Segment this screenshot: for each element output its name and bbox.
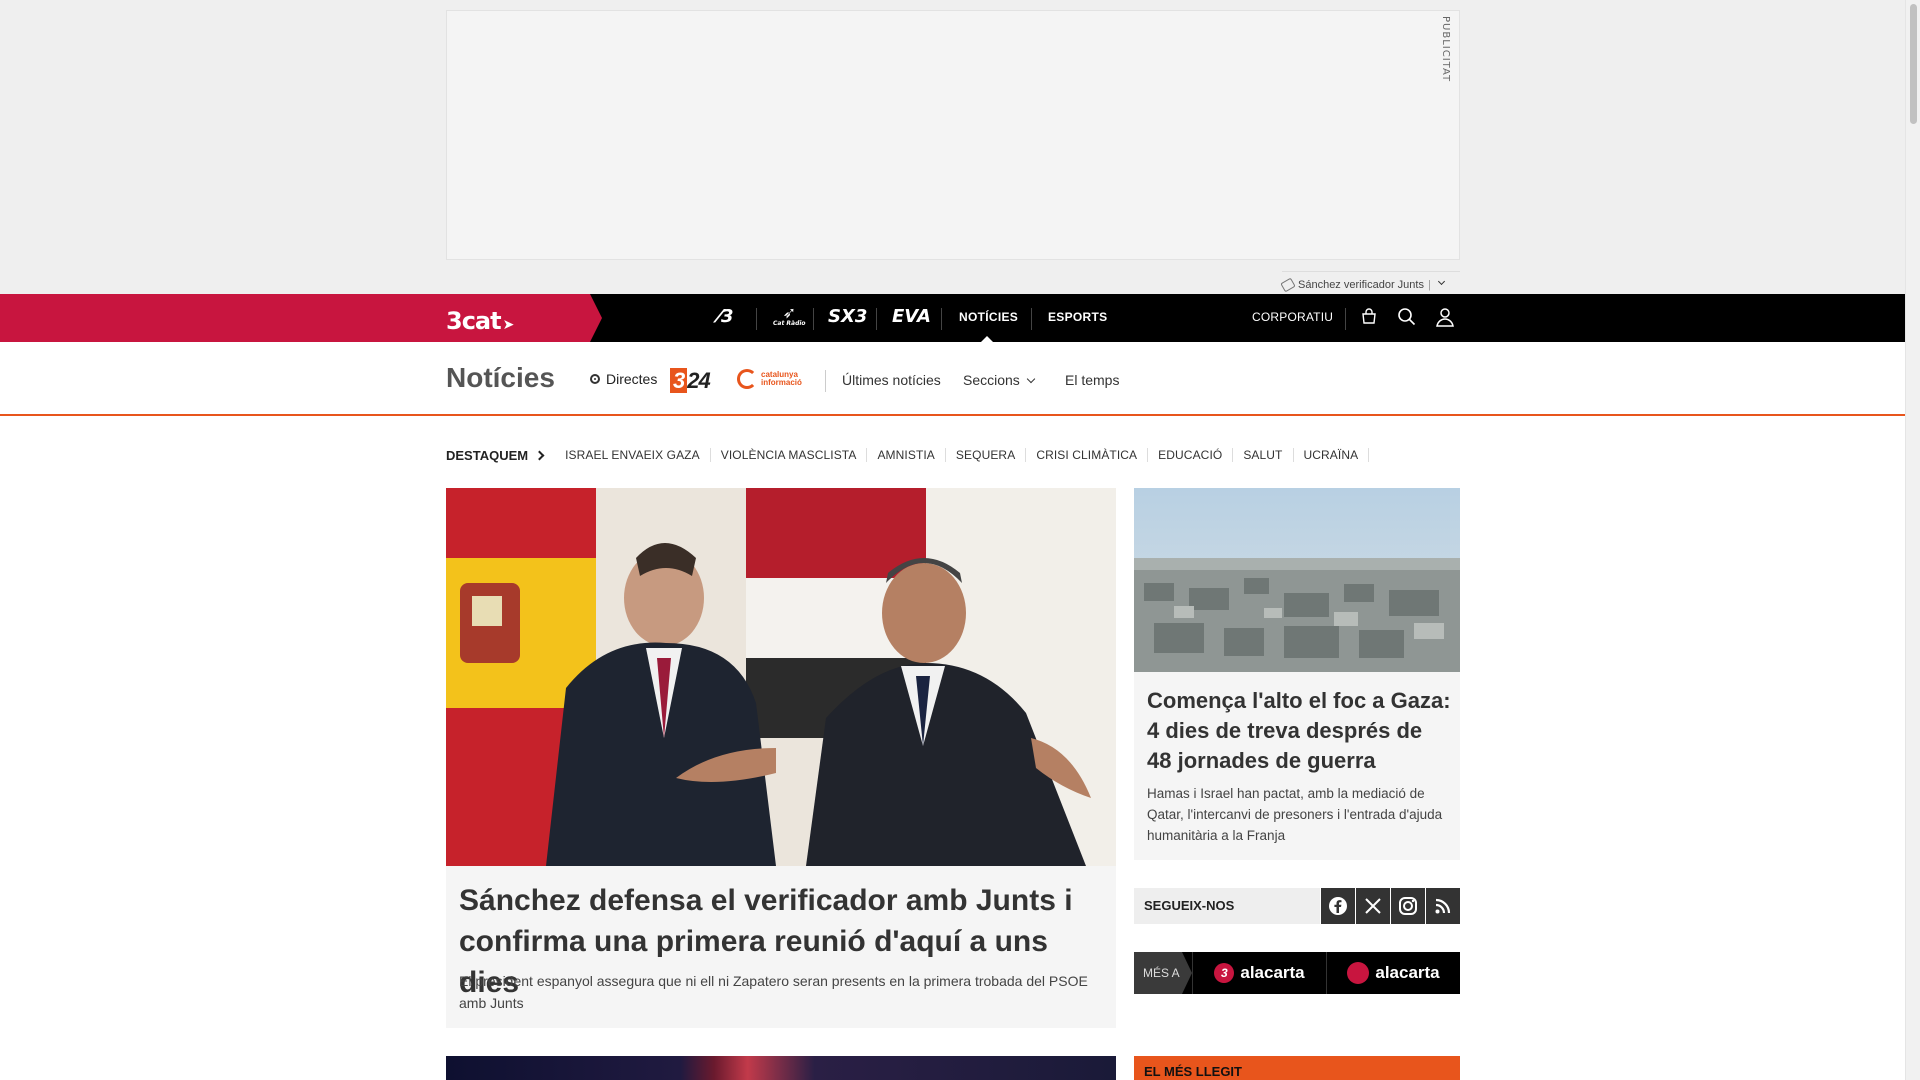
brand-name: 3cat	[446, 307, 502, 335]
most-read-header: EL MÉS LLEGIT	[1134, 1056, 1460, 1080]
rss-icon[interactable]	[1425, 888, 1460, 924]
channel-catradio[interactable]: ➶ Cat Ràdio	[773, 303, 806, 329]
section-title[interactable]: Notícies	[446, 362, 555, 394]
next-story-image[interactable]	[446, 1056, 1116, 1080]
tv3-alacarta-button[interactable]: 3 alacarta	[1192, 952, 1326, 994]
trending-item[interactable]: UCRAÏNA	[1294, 448, 1370, 462]
catradio-logo-icon	[1347, 962, 1370, 984]
nav-corporatiu[interactable]: CORPORATIU	[1252, 310, 1333, 324]
trending-item[interactable]: AMNISTIA	[867, 448, 946, 462]
ad-zone: PUBLICITAT Sánchez verificador Junts |	[0, 0, 1905, 294]
side-story-card[interactable]: Comença l'alto el foc a Gaza: 4 dies de …	[1134, 488, 1460, 860]
channel-eva[interactable]: EVA	[892, 306, 931, 327]
trending-header[interactable]: DESTAQUEM	[446, 448, 555, 463]
top-navigation: 3cat ➤ ⁄3 ➶ Cat Ràdio SX3 EVA NOTÍCIES ES…	[0, 294, 1905, 342]
link-el-temps[interactable]: El temps	[1065, 372, 1119, 388]
catradio-bird-icon: ➶	[782, 303, 796, 322]
directes-link[interactable]: Directes	[590, 371, 657, 387]
divider: |	[1427, 278, 1431, 291]
page-scrollbar[interactable]	[1905, 0, 1920, 1080]
search-icon[interactable]	[1396, 306, 1418, 328]
facebook-icon[interactable]	[1320, 888, 1355, 924]
channel-tv3[interactable]: ⁄3	[718, 306, 734, 327]
live-icon	[590, 374, 600, 384]
divider	[1345, 308, 1346, 330]
chevron-right-icon	[534, 450, 545, 460]
nav-esports[interactable]: ESPORTS	[1048, 310, 1107, 324]
topic-tag[interactable]: Sánchez verificador Junts	[1298, 279, 1424, 291]
trending-item[interactable]: VIOLÈNCIA MASCLISTA	[711, 448, 868, 462]
main-story-summary: El president espanyol assegura que ni el…	[459, 973, 1088, 1011]
ci-logo-icon	[737, 369, 757, 389]
logo-catalunya-informacio[interactable]: catalunya informació	[737, 369, 827, 389]
follow-us-bar: SEGUEIX-NOS	[1134, 888, 1460, 924]
chevron-down-icon	[1026, 374, 1036, 384]
tv3-logo-icon: 3	[1214, 963, 1235, 983]
catradio-alacarta-button[interactable]: alacarta	[1326, 952, 1460, 994]
side-story-image[interactable]	[1134, 488, 1460, 672]
main-story-image[interactable]	[446, 488, 1116, 866]
divider	[756, 308, 757, 330]
channel-sx3[interactable]: SX3	[828, 306, 867, 327]
divider	[941, 308, 942, 330]
ci-logo-text: catalunya informació	[761, 370, 802, 387]
side-story-title[interactable]: Comença l'alto el foc a Gaza: 4 dies de …	[1147, 686, 1452, 776]
trending-item[interactable]: SEQUERA	[946, 448, 1027, 462]
play-arrow-icon: ➤	[502, 317, 515, 333]
side-story-summary: Hamas i Israel han pactat, amb la mediac…	[1147, 786, 1443, 843]
mes-a-label: MÉS A	[1134, 952, 1192, 994]
trending-topics: DESTAQUEM ISRAEL ENVAEIX GAZA VIOLÈNCIA …	[446, 446, 1370, 464]
ad-banner[interactable]	[446, 10, 1460, 260]
ad-label: PUBLICITAT	[1440, 16, 1451, 83]
logo-324[interactable]: 3 24	[670, 368, 711, 394]
divider	[876, 308, 877, 330]
trending-item[interactable]: CRISI CLIMÀTICA	[1026, 448, 1149, 462]
trending-item[interactable]: EDUCACIÓ	[1148, 448, 1234, 462]
instagram-icon[interactable]	[1390, 888, 1425, 924]
topic-tag-bar[interactable]: Sánchez verificador Junts |	[1280, 271, 1460, 292]
x-icon[interactable]	[1355, 888, 1390, 924]
chevron-down-icon[interactable]	[1437, 277, 1445, 286]
scrollbar-thumb[interactable]	[1910, 4, 1917, 124]
trending-item[interactable]: SALUT	[1233, 448, 1294, 462]
user-icon[interactable]	[1434, 306, 1456, 328]
mes-a-bar: MÉS A 3 alacarta alacarta	[1134, 952, 1460, 994]
divider	[1031, 308, 1032, 330]
seccions-dropdown[interactable]: Seccions	[963, 372, 1036, 388]
divider	[813, 308, 814, 330]
trending-item[interactable]: ISRAEL ENVAEIX GAZA	[555, 448, 711, 462]
main-story-card[interactable]: Sánchez defensa el verificador amb Junts…	[446, 488, 1116, 1028]
directes-label: Directes	[606, 371, 658, 387]
tag-icon	[1280, 277, 1296, 292]
link-ultimes-noticies[interactable]: Últimes notícies	[842, 372, 941, 388]
section-header: Notícies Directes 3 24 catalunya informac…	[0, 342, 1905, 416]
nav-noticies[interactable]: NOTÍCIES	[959, 310, 1018, 324]
brand-logo[interactable]: 3cat ➤	[446, 307, 515, 335]
follow-us-label: SEGUEIX-NOS	[1144, 898, 1235, 913]
divider	[825, 370, 826, 392]
shop-icon[interactable]	[1358, 306, 1380, 328]
